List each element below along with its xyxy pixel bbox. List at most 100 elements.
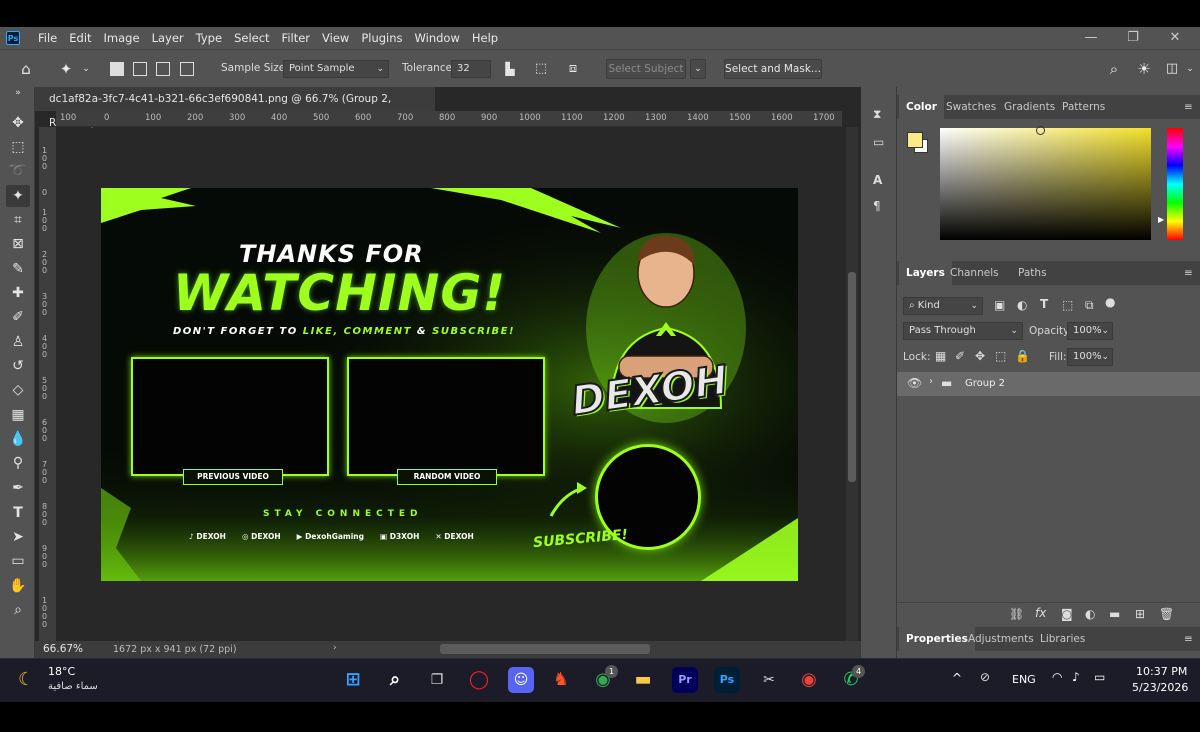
history-brush-icon[interactable]: ↺ xyxy=(6,355,30,377)
document-tab[interactable]: dc1af82a-3fc7-4c41-b321-66c3ef690841.png… xyxy=(35,87,435,129)
discord-icon[interactable]: ☺ xyxy=(508,667,534,693)
chrome-profile-icon[interactable]: ◉ xyxy=(796,667,822,693)
video-box-previous[interactable] xyxy=(131,357,329,476)
filter-pixel-icon[interactable]: ▣ xyxy=(994,298,1005,312)
delete-layer-icon[interactable]: 🗑 xyxy=(1159,607,1174,621)
hue-slider[interactable] xyxy=(1167,128,1183,240)
lock-transparent-icon[interactable]: ▦ xyxy=(935,349,946,363)
new-selection-icon[interactable] xyxy=(110,62,124,76)
zoom-tool-icon[interactable]: ⌕ xyxy=(6,599,30,621)
tab-patterns[interactable]: Patterns xyxy=(1055,95,1112,119)
layer-filter-kind[interactable]: ⌕ Kind ⌄ xyxy=(903,297,983,315)
wifi-icon[interactable]: ◠ xyxy=(1052,670,1062,684)
tab-adjustments[interactable]: Adjustments xyxy=(961,627,1041,651)
lightbulb-icon[interactable]: ☀ xyxy=(1134,59,1154,79)
lasso-tool-icon[interactable]: ➰ xyxy=(6,160,30,182)
tab-gradients[interactable]: Gradients xyxy=(997,95,1062,119)
ruler-vertical[interactable]: 100 0 100 200 300 400 500 600 700 800 90… xyxy=(39,127,56,643)
filter-shape-icon[interactable]: ⬚ xyxy=(1062,298,1073,312)
gradient-tool-icon[interactable]: ▦ xyxy=(6,404,30,426)
eraser-tool-icon[interactable]: ◇ xyxy=(6,379,30,401)
select-and-mask-button[interactable]: Select and Mask... xyxy=(724,59,822,79)
location-off-icon[interactable]: ⊘ xyxy=(980,670,990,684)
healing-brush-icon[interactable]: ✚ xyxy=(6,282,30,304)
eye-icon[interactable]: 👁 xyxy=(907,376,922,390)
hue-slider-handle-icon[interactable]: ▶ xyxy=(1158,215,1164,224)
hand-tool-icon[interactable]: ✋ xyxy=(6,575,30,597)
lock-artboard-icon[interactable]: ⬚ xyxy=(995,349,1006,363)
menu-file[interactable]: File xyxy=(32,27,63,49)
magic-wand-icon[interactable]: ✦ xyxy=(56,59,76,79)
brush-tool-icon[interactable]: ✐ xyxy=(6,306,30,328)
search-icon[interactable]: ⌕ xyxy=(382,667,408,693)
menu-plugins[interactable]: Plugins xyxy=(355,27,408,49)
menu-type[interactable]: Type xyxy=(190,27,228,49)
tab-channels[interactable]: Channels xyxy=(943,261,1006,285)
anti-alias-icon[interactable]: ▙ xyxy=(500,59,520,79)
lock-position-icon[interactable]: ✥ xyxy=(975,349,985,363)
collapse-icon[interactable]: » xyxy=(6,87,30,99)
weather-description[interactable]: سماء صافية xyxy=(48,681,98,692)
new-layer-icon[interactable]: ⊞ xyxy=(1135,607,1145,621)
clone-stamp-icon[interactable]: ♙ xyxy=(6,331,30,353)
language-indicator[interactable]: ENG xyxy=(1012,673,1036,686)
panel-menu-icon[interactable]: ≡ xyxy=(1177,95,1200,119)
frame-tool-icon[interactable]: ⊠ xyxy=(6,233,30,255)
blend-mode-select[interactable]: Pass Through ⌄ xyxy=(903,322,1023,340)
tab-swatches[interactable]: Swatches xyxy=(939,95,1003,119)
brave-icon[interactable]: ♞ xyxy=(548,667,574,693)
home-icon[interactable]: ⌂ xyxy=(16,59,36,79)
fx-icon[interactable]: fx xyxy=(1035,606,1046,620)
blur-tool-icon[interactable]: 💧 xyxy=(6,428,30,450)
file-explorer-icon[interactable]: ▬ xyxy=(630,667,656,693)
filter-adjustment-icon[interactable]: ◐ xyxy=(1017,298,1027,312)
layer-row[interactable]: 👁 › ▬ Group 2 xyxy=(897,372,1200,396)
volume-icon[interactable]: ♪ xyxy=(1072,670,1080,684)
dodge-tool-icon[interactable]: ⚲ xyxy=(6,452,30,474)
filter-smart-object-icon[interactable]: ⧉ xyxy=(1085,298,1094,313)
contiguous-icon[interactable]: ⬚ xyxy=(531,59,551,79)
search-icon[interactable]: ⌕ xyxy=(1104,59,1124,79)
paragraph-panel-icon[interactable]: ¶ xyxy=(873,199,881,213)
moon-weather-icon[interactable]: ☾ xyxy=(18,669,34,690)
link-layers-icon[interactable]: ⛓ xyxy=(1009,607,1024,621)
battery-icon[interactable]: ▭ xyxy=(1094,670,1105,684)
intersect-selection-icon[interactable] xyxy=(180,62,194,76)
snipping-tool-icon[interactable]: ✂ xyxy=(756,667,782,693)
photoshop-taskbar-icon[interactable]: Ps xyxy=(714,667,740,693)
rectangle-tool-icon[interactable]: ▭ xyxy=(6,550,30,572)
chevron-right-icon[interactable]: › xyxy=(333,643,337,653)
minimize-button[interactable]: — xyxy=(1071,27,1111,49)
windows-start-icon[interactable]: ⊞ xyxy=(340,667,366,693)
sample-all-layers-icon[interactable]: ⧈ xyxy=(563,59,583,79)
menu-window[interactable]: Window xyxy=(409,27,466,49)
history-icon[interactable]: ⧗ xyxy=(873,107,881,122)
menu-layer[interactable]: Layer xyxy=(146,27,190,49)
clock-date[interactable]: 5/23/2026 xyxy=(1132,681,1188,694)
color-picker-cursor[interactable] xyxy=(1036,126,1045,135)
opera-icon[interactable]: ◯ xyxy=(466,667,492,693)
sample-size-select[interactable]: Point Sample ⌄ xyxy=(283,60,389,78)
pen-tool-icon[interactable]: ✒ xyxy=(6,477,30,499)
subtract-selection-icon[interactable] xyxy=(156,62,170,76)
add-selection-icon[interactable] xyxy=(133,62,147,76)
color-picker-field[interactable] xyxy=(940,128,1151,240)
menu-view[interactable]: View xyxy=(316,27,355,49)
chevron-up-icon[interactable]: ^ xyxy=(952,671,962,685)
add-mask-icon[interactable]: ◙ xyxy=(1061,607,1073,621)
menu-edit[interactable]: Edit xyxy=(63,27,97,49)
horizontal-scroll-thumb[interactable] xyxy=(440,644,650,654)
document-info[interactable]: 1672 px x 941 px (72 ppi) xyxy=(113,644,237,655)
filter-toggle-icon[interactable]: ● xyxy=(1105,295,1115,309)
menu-filter[interactable]: Filter xyxy=(276,27,316,49)
layer-name[interactable]: Group 2 xyxy=(965,378,1005,389)
filter-type-icon[interactable]: T xyxy=(1040,297,1048,311)
tab-color[interactable]: Color xyxy=(899,95,944,119)
zoom-level[interactable]: 66.67% xyxy=(43,643,83,655)
weather-temp[interactable]: 18°C xyxy=(48,665,75,678)
new-group-icon[interactable]: ▬ xyxy=(1109,607,1120,621)
workspace-icon[interactable]: ◫ xyxy=(1162,59,1182,79)
task-view-icon[interactable]: ❐ xyxy=(424,667,450,693)
panel-menu-icon[interactable]: ≡ xyxy=(1177,627,1200,651)
close-button[interactable]: ✕ xyxy=(1155,27,1195,49)
